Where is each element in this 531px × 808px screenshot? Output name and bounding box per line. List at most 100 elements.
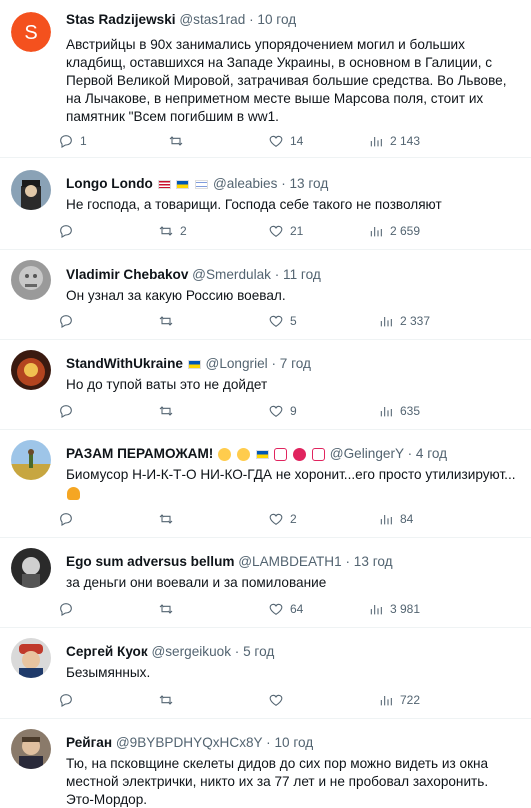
retweet-icon [159,695,173,705]
author-name[interactable]: Сергей Куок [66,644,148,659]
tweet[interactable]: Vladimir Chebakov @Smerdulak · 11 год Он… [0,250,531,340]
red-heart-icon [293,447,307,461]
like-count: 14 [290,134,304,148]
tweet-header: Рейган @9BYBPDHYQxHCx8Y · 10 год [66,734,519,752]
reply-button[interactable] [58,401,80,421]
separator-dot: · [407,446,413,461]
author-handle[interactable]: @aleabies [213,176,277,191]
reply-count: 1 [80,134,87,148]
heart-icon [269,135,283,147]
timestamp[interactable]: 7 год [280,356,311,371]
separator-dot: · [271,356,276,371]
views-button[interactable]: 722 [378,690,420,710]
views-count: 635 [400,404,421,418]
like-button[interactable] [268,690,290,710]
tweet[interactable]: Ego sum adversus bellum @LAMBDEATH1 · 13… [0,538,531,628]
reply-button[interactable] [58,221,80,241]
author-handle[interactable]: @Longriel [206,356,268,371]
tweet[interactable]: РАЗАМ ПЕРАМОЖАМ! @GelingerY · 4 год Биом… [0,430,531,538]
separator-dot: · [274,267,280,282]
views-count: 2 659 [390,224,421,238]
reply-icon [60,225,72,238]
author-name[interactable]: Vladimir Chebakov [66,267,188,282]
avatar[interactable] [11,350,51,390]
tweet[interactable]: Рейган @9BYBPDHYQxHCx8Y · 10 год Тю, на … [0,719,531,808]
retweet-button[interactable] [158,690,180,710]
retweet-button[interactable] [158,311,180,331]
retweet-button[interactable] [158,509,180,529]
tweet-actions: 64 3 981 [58,599,531,619]
like-button[interactable]: 5 [268,311,297,331]
views-button[interactable]: 2 659 [368,221,420,241]
tweet-text: Тю, на псковщине скелеты дидов до сих по… [66,756,489,807]
tweet[interactable]: Longo Londo @aleabies · 13 год Не господ… [0,158,531,250]
smiley-icon [236,447,250,461]
like-button[interactable]: 9 [268,401,297,421]
retweet-button[interactable] [168,131,190,151]
avatar[interactable] [11,260,51,300]
views-button[interactable]: 2 337 [378,311,430,331]
views-button[interactable]: 84 [378,509,413,529]
tweet[interactable]: S Stas Radzijewski @stas1rad · 10 год Ав… [0,0,531,158]
israel-flag-icon [195,179,209,189]
author-handle[interactable]: @GelingerY [330,446,404,461]
avatar[interactable] [11,440,51,480]
ukraine-flag-icon [255,449,269,459]
heart-box-icon [274,447,288,461]
like-count: 5 [290,314,297,328]
heart-icon [269,315,283,327]
author-handle[interactable]: @sergeikuok [151,644,231,659]
avatar[interactable] [11,729,51,769]
tweet[interactable]: Сергей Куок @sergeikuok · 5 год Безымянн… [0,628,531,719]
views-icon [370,227,382,237]
like-count: 2 [290,512,297,526]
retweet-icon [169,136,183,146]
author-name[interactable]: StandWithUkraine [66,356,183,371]
author-handle[interactable]: @9BYBPDHYQxHCx8Y [116,735,263,750]
retweet-button[interactable]: 2 [158,221,187,241]
avatar-letter: S [24,22,37,44]
reply-icon [60,315,72,328]
heart-icon [269,603,283,615]
tweet-actions: 1 14 2 143 [58,131,531,151]
views-count: 2 143 [390,134,421,148]
views-button[interactable]: 2 143 [368,131,420,151]
timestamp[interactable]: 11 год [283,267,321,282]
like-button[interactable]: 64 [268,599,303,619]
timestamp[interactable]: 4 год [416,446,447,461]
reply-button[interactable] [58,509,80,529]
timestamp[interactable]: 5 год [243,644,274,659]
retweet-icon [159,226,173,236]
author-handle[interactable]: @Smerdulak [192,267,271,282]
views-button[interactable]: 635 [378,401,420,421]
avatar[interactable] [11,170,51,210]
like-button[interactable]: 14 [268,131,303,151]
views-icon [380,515,392,525]
retweet-button[interactable] [158,401,180,421]
views-count: 2 337 [400,314,431,328]
author-name[interactable]: Stas Radzijewski [66,12,176,27]
timestamp[interactable]: 13 год [354,554,393,569]
views-button[interactable]: 3 981 [368,599,420,619]
author-name[interactable]: Ego sum adversus bellum [66,554,234,569]
reply-button[interactable]: 1 [58,131,87,151]
avatar[interactable] [11,548,51,588]
author-name[interactable]: РАЗАМ ПЕРАМОЖАМ! [66,446,213,461]
author-handle[interactable]: @stas1rad [179,12,245,27]
reply-button[interactable] [58,599,80,619]
avatar[interactable] [11,638,51,678]
timestamp[interactable]: 13 год [290,176,329,191]
timestamp[interactable]: 10 год [274,735,313,750]
tweet-text-content: Биомусор Н-И-К-Т-О НИ-КО-ГДА не хоронит.… [66,467,516,482]
like-button[interactable]: 21 [268,221,303,241]
timestamp[interactable]: 10 год [257,12,296,27]
avatar[interactable]: S [11,12,51,52]
like-button[interactable]: 2 [268,509,297,529]
reply-button[interactable] [58,311,80,331]
tweet[interactable]: StandWithUkraine @Longriel · 7 год Но до… [0,340,531,430]
reply-button[interactable] [58,690,80,710]
author-name[interactable]: Рейган [66,735,112,750]
author-handle[interactable]: @LAMBDEATH1 [238,554,341,569]
author-name[interactable]: Longo Londo [66,176,153,191]
retweet-button[interactable] [158,599,180,619]
